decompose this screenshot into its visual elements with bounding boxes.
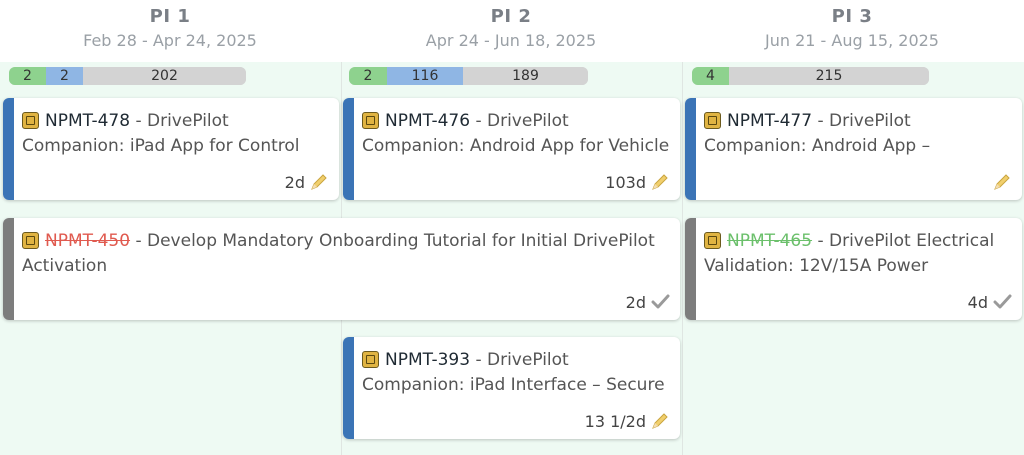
issue-sep: -: [130, 231, 147, 251]
estimate: 2d: [284, 172, 305, 192]
card-status-stripe: [3, 218, 14, 320]
epic-icon: [22, 112, 39, 129]
capacity-bar-pi-1: 2 2 202: [9, 67, 246, 85]
estimate: 13 1/2d: [584, 411, 646, 431]
epic-icon: [704, 232, 721, 249]
card-status-stripe: [343, 337, 354, 439]
issue-card[interactable]: NPMT-465 - DrivePilot Electrical Validat…: [685, 218, 1022, 320]
epic-icon: [362, 112, 379, 129]
issue-card[interactable]: NPMT-476 - DrivePilot Companion: Android…: [343, 98, 680, 200]
pi-header: PI 1 Feb 28 - Apr 24, 2025 PI 2 Apr 24 -…: [0, 0, 1024, 62]
bar-segment-in-progress: 116: [387, 67, 463, 85]
card-status-stripe: [343, 98, 354, 200]
card-status-stripe: [685, 218, 696, 320]
issue-sep: -: [812, 231, 829, 251]
issue-card[interactable]: NPMT-478 - DrivePilot Companion: iPad Ap…: [3, 98, 339, 200]
issue-sep: -: [812, 111, 829, 131]
epic-icon: [704, 112, 721, 129]
estimate: 2d: [625, 292, 646, 312]
column-divider: [682, 62, 683, 455]
capacity-bar-pi-2: 2 116 189: [349, 67, 588, 85]
bar-segment-done: 2: [349, 67, 387, 85]
issue-sep: -: [130, 111, 147, 131]
pi-title: PI 3: [831, 6, 873, 27]
card-status-stripe: [3, 98, 14, 200]
bar-segment-done: 4: [692, 67, 729, 85]
pi-dates: Jun 21 - Aug 15, 2025: [765, 31, 939, 50]
capacity-bar-pi-3: 4 215: [692, 67, 929, 85]
issue-sep: -: [470, 111, 487, 131]
pencil-icon[interactable]: [650, 172, 670, 192]
pi-title: PI 1: [149, 6, 191, 27]
pencil-icon[interactable]: [992, 172, 1012, 192]
issue-card[interactable]: NPMT-450 - Develop Mandatory Onboarding …: [3, 218, 680, 320]
pi-column-header-2: PI 2 Apr 24 - Jun 18, 2025: [341, 0, 681, 62]
pi-dates: Apr 24 - Jun 18, 2025: [425, 31, 597, 50]
issue-sep: -: [470, 350, 487, 370]
estimate: 103d: [605, 172, 646, 192]
bar-segment-todo: 202: [83, 67, 246, 85]
pi-title: PI 2: [490, 6, 532, 27]
check-icon: [993, 294, 1012, 309]
issue-key[interactable]: NPMT-393: [385, 350, 470, 370]
issue-key[interactable]: NPMT-478: [45, 111, 130, 131]
pi-dates: Feb 28 - Apr 24, 2025: [83, 31, 257, 50]
card-status-stripe: [685, 98, 696, 200]
bar-segment-todo: 215: [729, 67, 929, 85]
epic-icon: [362, 351, 379, 368]
bar-segment-todo: 189: [463, 67, 588, 85]
epic-icon: [22, 232, 39, 249]
issue-key[interactable]: NPMT-450: [45, 231, 130, 251]
estimate: 4d: [967, 292, 988, 312]
pencil-icon[interactable]: [650, 411, 670, 431]
check-icon: [651, 294, 670, 309]
issue-card[interactable]: NPMT-393 - DrivePilot Companion: iPad In…: [343, 337, 680, 439]
pencil-icon[interactable]: [309, 172, 329, 192]
bar-segment-in-progress: 2: [46, 67, 83, 85]
issue-key[interactable]: NPMT-465: [727, 231, 812, 251]
issue-card[interactable]: NPMT-477 - DrivePilot Companion: Android…: [685, 98, 1022, 200]
bar-segment-done: 2: [9, 67, 46, 85]
issue-key[interactable]: NPMT-476: [385, 111, 470, 131]
pi-column-header-1: PI 1 Feb 28 - Apr 24, 2025: [0, 0, 340, 62]
issue-key[interactable]: NPMT-477: [727, 111, 812, 131]
pi-column-header-3: PI 3 Jun 21 - Aug 15, 2025: [682, 0, 1022, 62]
